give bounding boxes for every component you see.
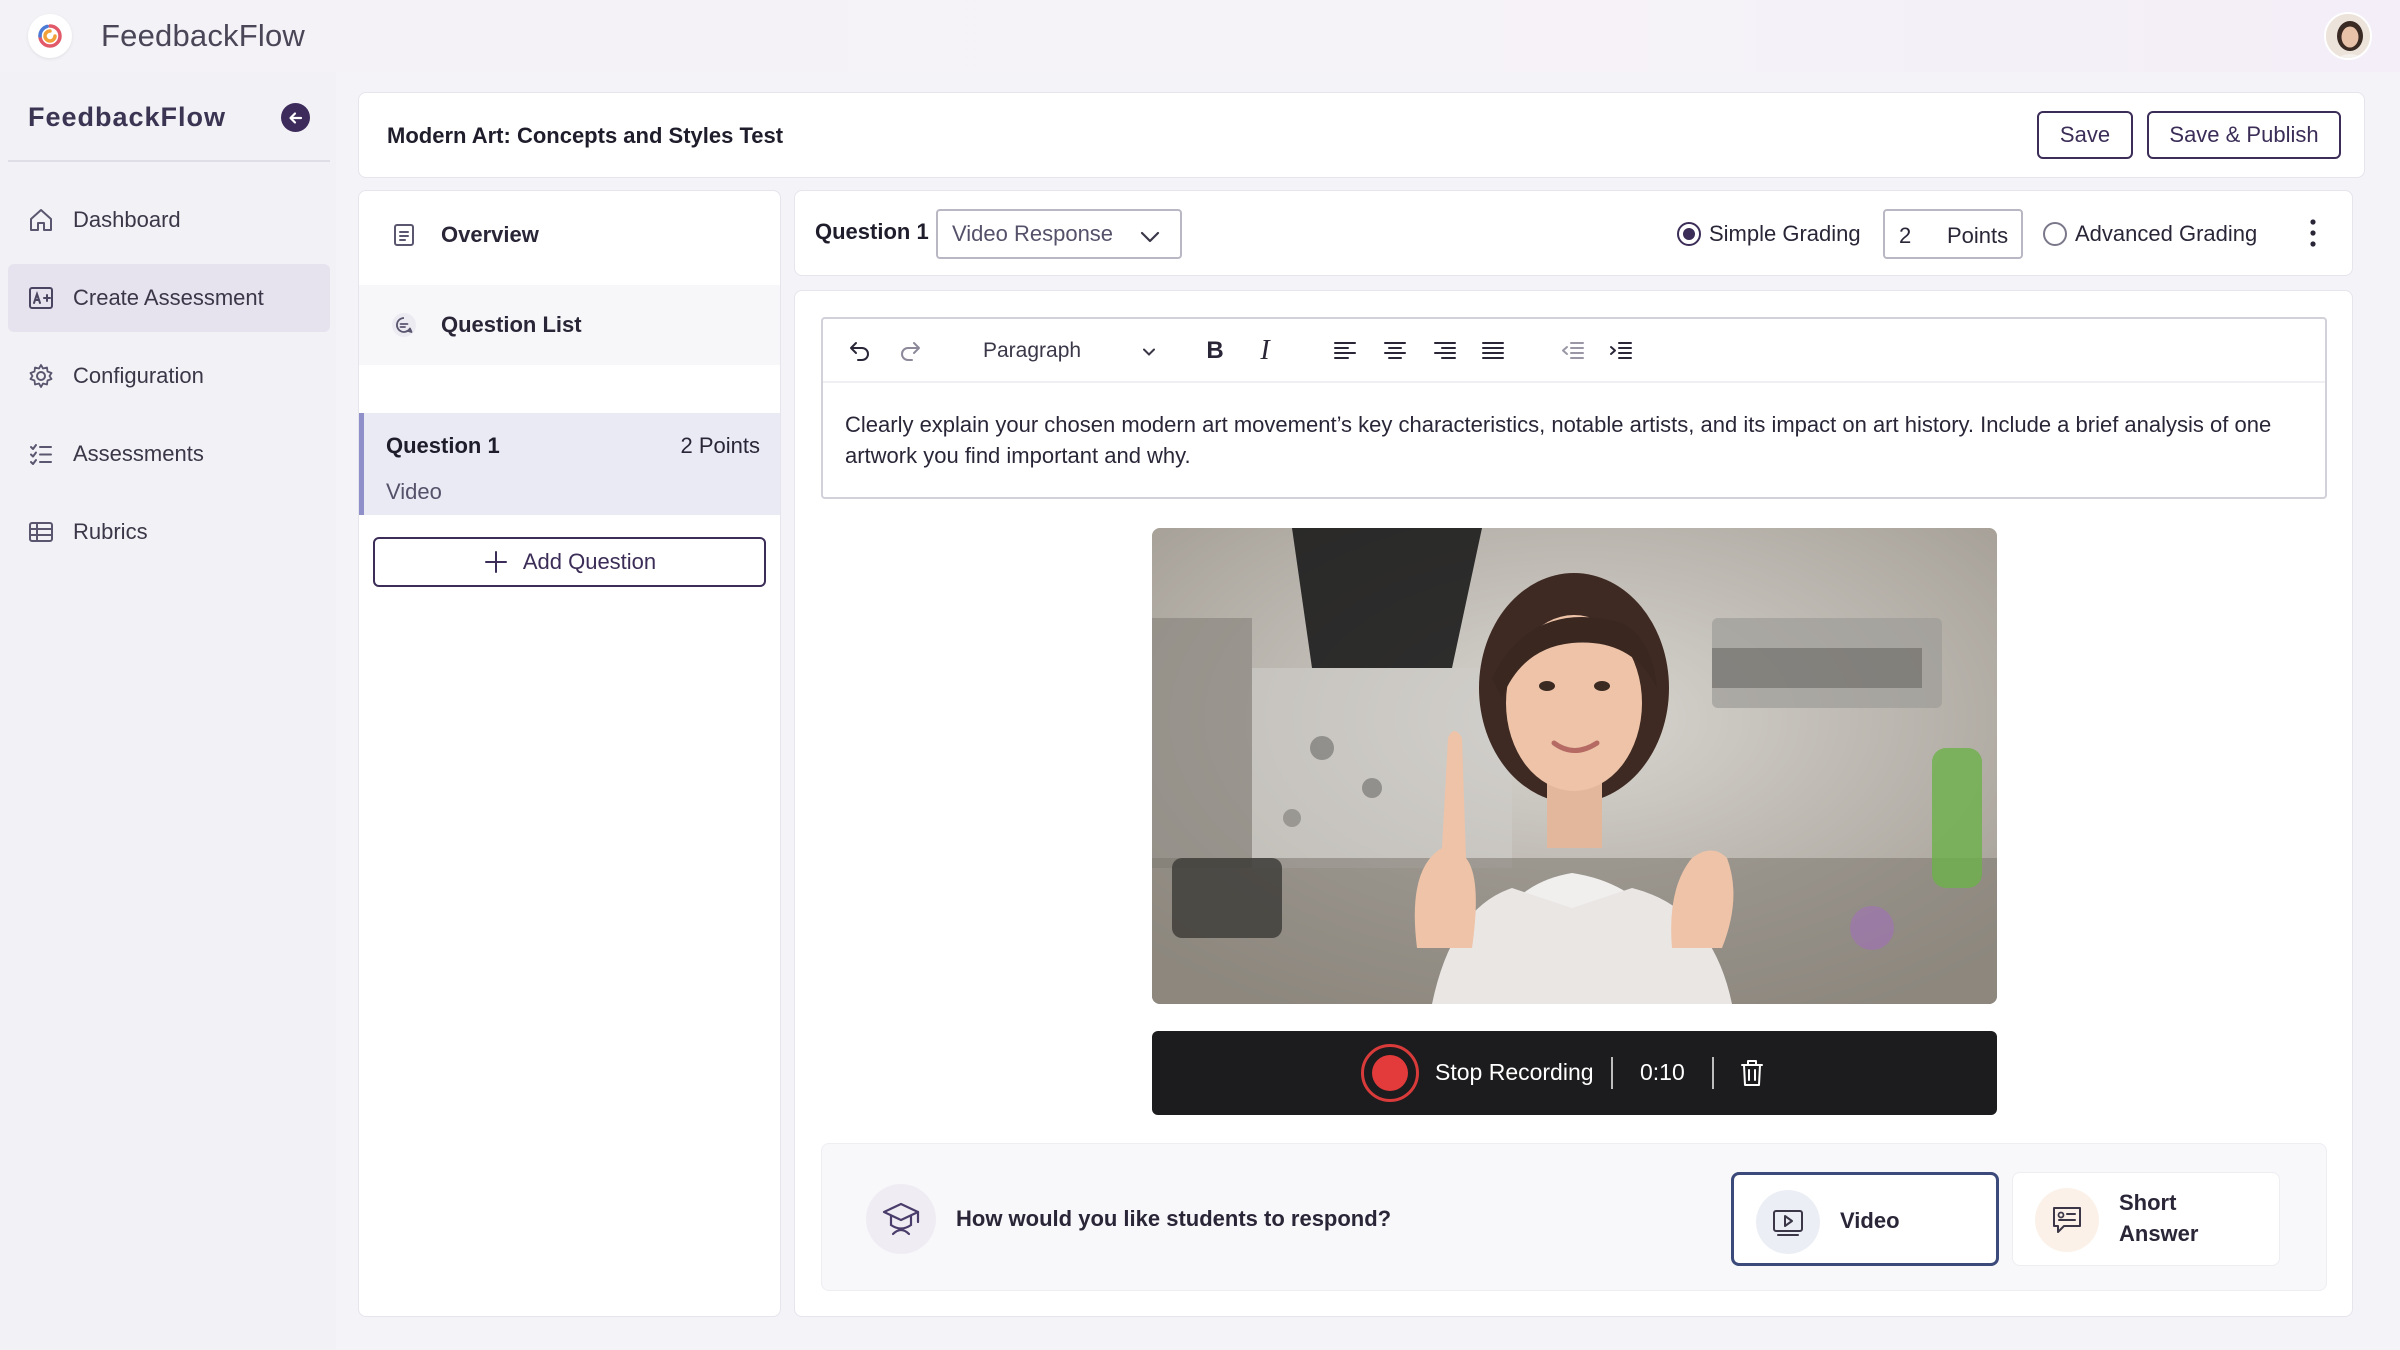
sidebar-item-label: Dashboard — [73, 207, 181, 232]
chevron-down-icon — [1143, 348, 1155, 356]
indent-icon[interactable] — [1605, 335, 1637, 367]
align-right-icon[interactable] — [1429, 335, 1461, 367]
sidebar-item-label: Create Assessment — [73, 285, 264, 310]
response-option-label: Video — [1840, 1208, 1900, 1233]
points-value: 2 — [1899, 223, 1912, 248]
sidebar-item-create-assessment[interactable]: Create Assessment — [8, 264, 330, 332]
short-answer-icon — [2035, 1188, 2099, 1252]
stop-recording-label[interactable]: Stop Recording — [1435, 1059, 1594, 1086]
gear-icon — [26, 361, 56, 391]
response-option-video[interactable]: Video — [1731, 1172, 1999, 1266]
italic-icon[interactable]: I — [1249, 335, 1281, 367]
user-avatar[interactable] — [2324, 12, 2372, 60]
response-type-value: Video Response — [952, 221, 1114, 246]
list-icon — [26, 439, 56, 469]
question-prompt-text[interactable]: Clearly explain your chosen modern art m… — [845, 409, 2305, 471]
question-panel: Overview Question List Question 1 2 Poin… — [358, 190, 781, 1317]
plus-icon — [484, 551, 507, 573]
sidebar-item-dashboard[interactable]: Dashboard — [8, 186, 330, 254]
question-points: 2 Points — [680, 433, 761, 458]
more-options-icon[interactable] — [2303, 213, 2323, 253]
recording-controls: Stop Recording 0:10 — [1152, 1031, 1997, 1115]
sidebar-item-label: Rubrics — [73, 519, 148, 544]
add-question-label: Add Question — [522, 549, 657, 574]
graduation-cap-icon — [866, 1184, 936, 1254]
assessment-header: Modern Art: Concepts and Styles Test Sav… — [358, 92, 2365, 178]
collapse-sidebar-button[interactable] — [281, 103, 310, 132]
app-title: FeedbackFlow — [101, 18, 305, 53]
chevron-down-icon — [1140, 231, 1160, 243]
video-preview — [1152, 528, 1997, 1004]
editor-toolbar: Paragraph B I — [823, 319, 2325, 383]
response-option-label: Short Answer — [2119, 1190, 2199, 1246]
sidebar-item-configuration[interactable]: Configuration — [8, 342, 330, 410]
video-icon — [1756, 1190, 1820, 1254]
block-format-value: Paragraph — [983, 339, 1082, 362]
trash-icon[interactable] — [1737, 1057, 1767, 1089]
sidebar-brand: FeedbackFlow — [28, 102, 227, 132]
logo-icon — [28, 14, 72, 58]
save-publish-button[interactable]: Save & Publish — [2147, 111, 2341, 159]
top-bar: FeedbackFlow — [0, 0, 2400, 72]
add-question-button[interactable]: Add Question — [373, 537, 766, 587]
home-icon — [26, 205, 56, 235]
response-question: How would you like students to respond? — [956, 1206, 1392, 1231]
response-type-card: How would you like students to respond? … — [821, 1143, 2327, 1291]
assessment-title: Modern Art: Concepts and Styles Test — [387, 123, 784, 148]
advanced-grading-label: Advanced Grading — [2075, 221, 2258, 246]
sidebar-item-assessments[interactable]: Assessments — [8, 420, 330, 488]
create-assessment-icon — [26, 283, 56, 313]
redo-icon[interactable] — [893, 335, 927, 367]
align-justify-icon[interactable] — [1477, 335, 1509, 367]
rich-text-editor: Paragraph B I Clearly explain your chose… — [821, 317, 2327, 499]
separator — [1611, 1057, 1613, 1089]
response-type-select[interactable]: Video Response — [936, 209, 1182, 259]
question-name: Question 1 — [386, 433, 500, 458]
question-list-item[interactable]: Question List — [359, 285, 780, 365]
sidebar-divider — [8, 160, 330, 162]
question-list-label: Question List — [441, 312, 582, 337]
save-button[interactable]: Save — [2037, 111, 2133, 159]
points-input[interactable]: 2 Points — [1883, 209, 2023, 259]
question-settings-bar: Question 1 Video Response Simple Grading… — [794, 190, 2353, 276]
sidebar-item-label: Assessments — [73, 441, 204, 466]
question-item[interactable]: Question 1 2 Points Video — [359, 413, 780, 515]
simple-grading-radio[interactable] — [1677, 222, 1701, 246]
stop-recording-button[interactable] — [1361, 1044, 1419, 1102]
align-left-icon[interactable] — [1329, 335, 1361, 367]
block-format-select[interactable]: Paragraph — [983, 335, 1167, 367]
sidebar: FeedbackFlow Dashboard Create Assessment… — [0, 72, 336, 1350]
points-unit: Points — [1947, 223, 2009, 248]
bold-icon[interactable]: B — [1199, 335, 1231, 367]
overview-label: Overview — [441, 222, 539, 247]
arrow-left-icon — [288, 111, 302, 124]
question-editor-card: Paragraph B I Clearly explain your chose… — [794, 290, 2353, 1317]
question-type: Video — [386, 479, 442, 504]
video-frame-image — [1152, 528, 1997, 1004]
table-icon — [26, 517, 56, 547]
outdent-icon[interactable] — [1557, 335, 1589, 367]
response-option-short-answer[interactable]: Short Answer — [2012, 1172, 2280, 1266]
align-center-icon[interactable] — [1379, 335, 1411, 367]
recording-timer: 0:10 — [1640, 1059, 1685, 1085]
simple-grading-label: Simple Grading — [1709, 221, 1861, 246]
sidebar-item-label: Configuration — [73, 363, 204, 388]
chat-icon — [389, 310, 419, 340]
question-label: Question 1 — [815, 219, 929, 244]
advanced-grading-radio[interactable] — [2043, 222, 2067, 246]
separator — [1712, 1057, 1714, 1089]
overview-item[interactable]: Overview — [359, 195, 780, 275]
document-icon — [389, 220, 419, 250]
sidebar-item-rubrics[interactable]: Rubrics — [8, 498, 330, 566]
undo-icon[interactable] — [843, 335, 877, 367]
